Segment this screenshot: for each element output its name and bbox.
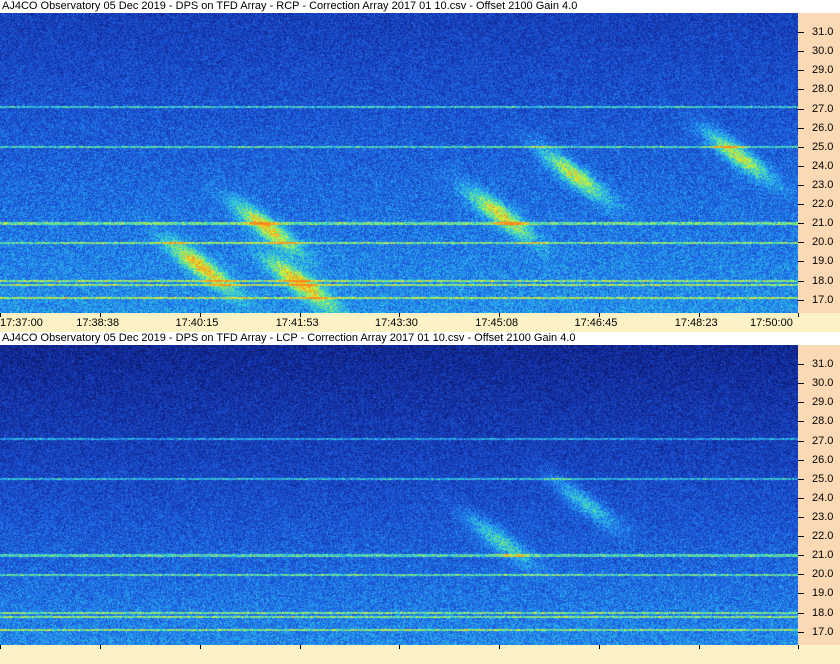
y-tick (798, 631, 804, 633)
y-tick-label: 23.0 (812, 510, 834, 523)
x-tick (100, 645, 102, 649)
x-tick (598, 645, 600, 649)
y-tick (798, 146, 804, 148)
y-tick (798, 421, 804, 423)
y-tick-label: 28.0 (812, 415, 834, 428)
y-tick (798, 280, 804, 282)
x-tick (698, 645, 700, 649)
lcp-spectrogram-canvas (0, 345, 798, 645)
x-tick (199, 645, 201, 649)
y-tick-label: 19.0 (812, 255, 834, 268)
y-tick-label: 22.0 (812, 198, 834, 211)
y-tick-label: 29.0 (812, 64, 834, 77)
x-tick-label: 17:41:53 (275, 317, 319, 329)
lcp-frequency-axis: 17.0 18.0 19.0 20.0 21.0 22.0 23.0 24.0 25.0 26.0… (798, 345, 840, 645)
y-tick-label: 24.0 (812, 491, 834, 504)
y-tick (798, 555, 804, 557)
x-tick (798, 313, 799, 317)
x-tick (399, 645, 400, 649)
y-tick-label: 29.0 (812, 396, 834, 409)
y-tick (798, 497, 804, 499)
y-tick-label: 19.0 (812, 587, 834, 600)
y-tick-label: 25.0 (812, 472, 834, 485)
x-tick (299, 645, 301, 649)
y-tick-label: 17.0 (812, 293, 834, 306)
y-tick-label: 21.0 (812, 217, 834, 230)
rcp-spectrogram (0, 13, 798, 313)
y-tick-label: 27.0 (812, 434, 834, 447)
x-tick (499, 645, 501, 649)
y-tick-label: 30.0 (812, 45, 834, 58)
y-tick-label: 22.0 (812, 530, 834, 543)
y-tick (798, 242, 804, 244)
y-tick (798, 51, 804, 53)
y-tick (798, 108, 804, 110)
y-tick (798, 402, 804, 404)
y-tick (798, 204, 804, 206)
x-tick-label: 17:50:00 (750, 317, 793, 329)
y-tick (798, 574, 804, 576)
y-tick (798, 516, 804, 518)
y-tick-label: 18.0 (812, 606, 834, 619)
y-tick-label: 26.0 (812, 121, 834, 134)
y-tick-label: 31.0 (812, 358, 834, 371)
y-tick-label: 30.0 (812, 377, 834, 390)
rcp-chart-title: AJ4CO Observatory 05 Dec 2019 - DPS on T… (2, 0, 578, 12)
x-tick-label: 17:38:38 (76, 317, 120, 329)
y-tick (798, 223, 804, 225)
x-tick-label: 17:45:08 (475, 317, 519, 329)
x-tick-label: 17:46:45 (574, 317, 618, 329)
y-tick (798, 612, 804, 614)
y-tick (798, 593, 804, 595)
y-tick-label: 21.0 (812, 549, 834, 562)
x-tick-label: 17:48:23 (674, 317, 718, 329)
y-tick-label: 31.0 (812, 26, 834, 39)
y-tick (798, 32, 804, 34)
y-tick (798, 261, 804, 263)
y-tick (798, 536, 804, 538)
x-tick-label: 17:43:30 (375, 317, 418, 329)
y-tick-label: 24.0 (812, 159, 834, 172)
y-tick-label: 20.0 (812, 568, 834, 581)
y-tick (798, 165, 804, 167)
y-tick (798, 459, 804, 461)
y-tick (798, 127, 804, 129)
y-tick-label: 17.0 (812, 625, 834, 638)
y-tick-label: 25.0 (812, 140, 834, 153)
y-tick-label: 18.0 (812, 274, 834, 287)
x-tick (798, 645, 799, 649)
y-tick-label: 28.0 (812, 83, 834, 96)
rcp-frequency-axis: 17.0 18.0 19.0 20.0 21.0 22.0 23.0 24.0 25.0 26.0… (798, 13, 840, 313)
lcp-time-axis (0, 645, 840, 664)
y-tick-label: 23.0 (812, 178, 834, 191)
x-tick-label: 17:40:15 (175, 317, 219, 329)
y-tick (798, 89, 804, 91)
y-tick-label: 27.0 (812, 102, 834, 115)
rcp-spectrogram-canvas (0, 13, 798, 313)
lcp-spectrogram (0, 345, 798, 645)
y-tick (798, 70, 804, 72)
y-tick-label: 26.0 (812, 453, 834, 466)
y-tick (798, 184, 804, 186)
y-tick (798, 299, 804, 301)
x-tick (0, 645, 1, 649)
rcp-time-axis: 17:37:00 17:38:38 17:40:15 17:41:53 17:43:30… (0, 313, 840, 331)
y-tick (798, 478, 804, 480)
y-tick-label: 20.0 (812, 236, 834, 249)
y-tick (798, 383, 804, 385)
x-tick-label: 17:37:00 (0, 317, 43, 329)
y-tick (798, 364, 804, 366)
lcp-chart-title: AJ4CO Observatory 05 Dec 2019 - DPS on T… (2, 332, 576, 344)
y-tick (798, 440, 804, 442)
